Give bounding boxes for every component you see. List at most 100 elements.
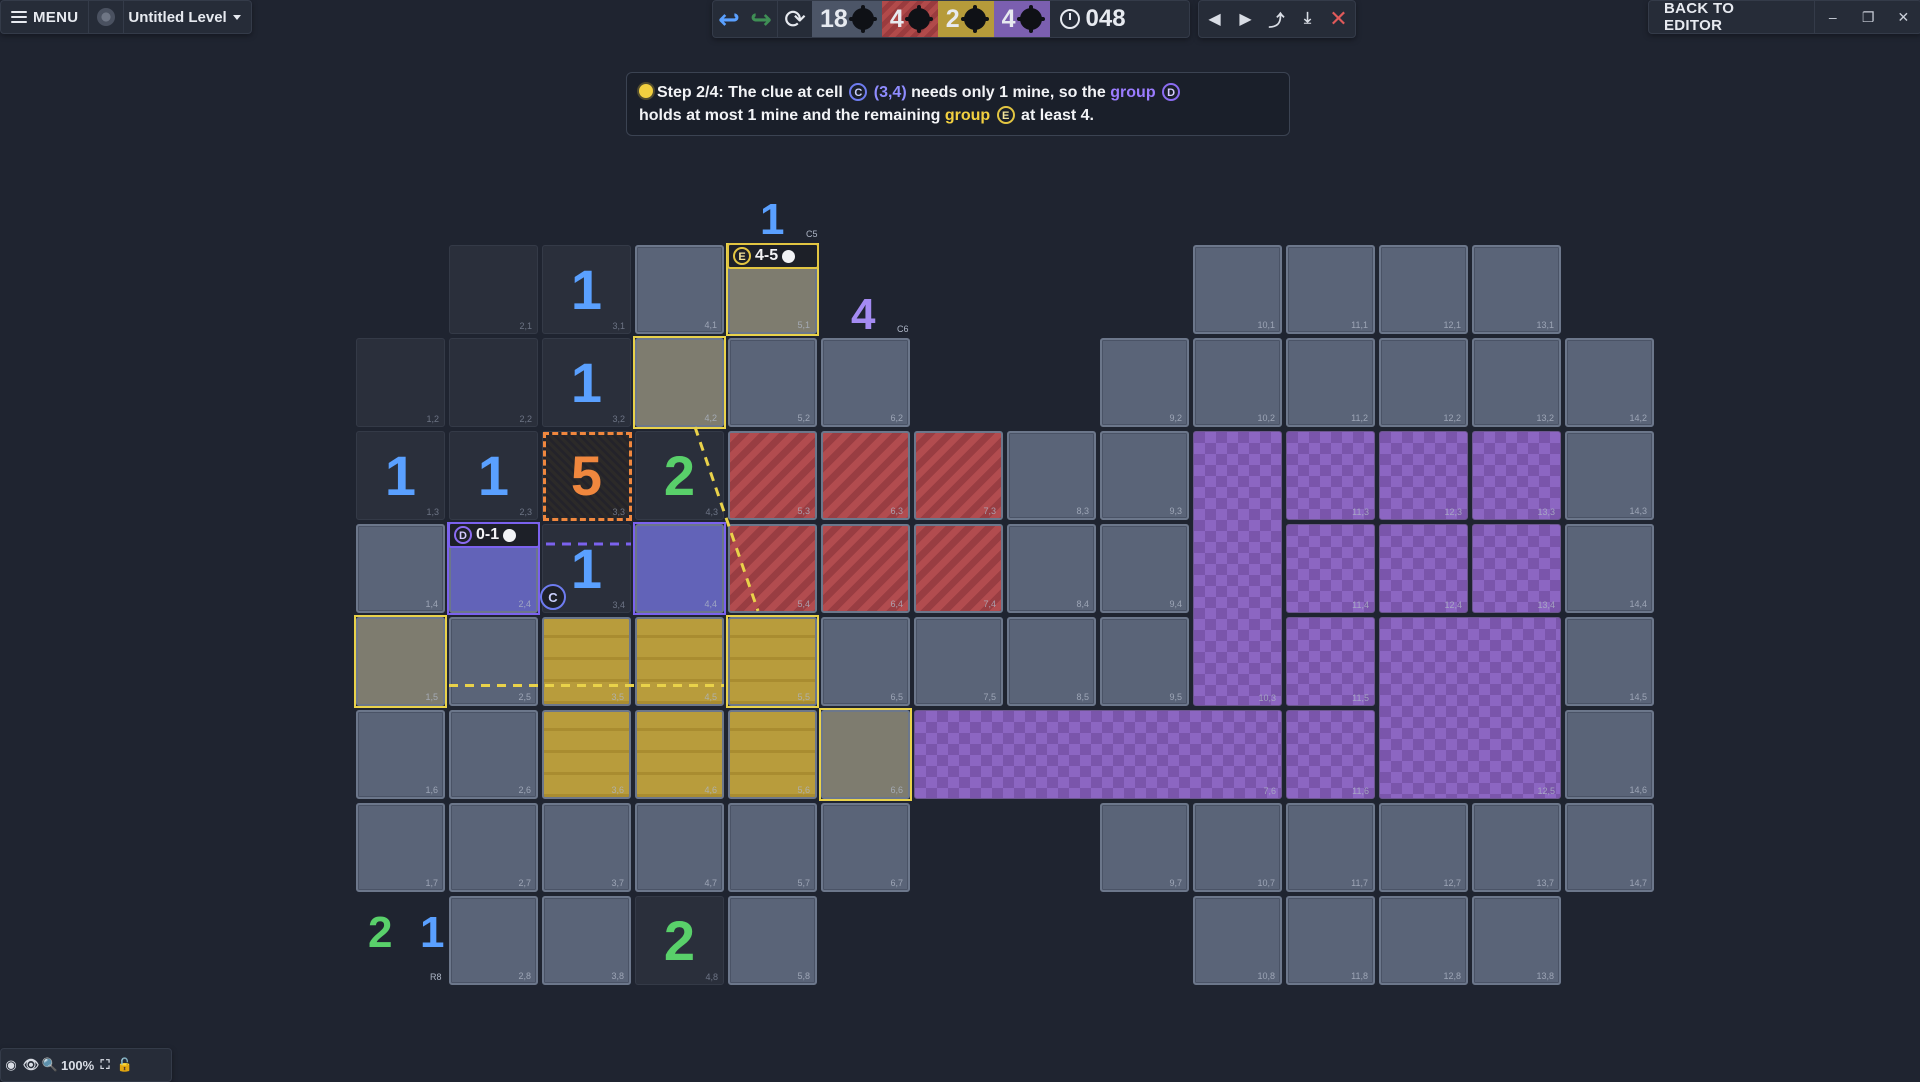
cell-5-7[interactable]: 5,7	[728, 803, 817, 892]
cell-11-8[interactable]: 11,8	[1286, 896, 1375, 985]
cell-6-2[interactable]: 6,2	[821, 338, 910, 427]
cell-2-3[interactable]: 1 2,3	[449, 431, 538, 520]
cell-9-7[interactable]: 9,7	[1100, 803, 1189, 892]
cell-10-7[interactable]: 10,7	[1193, 803, 1282, 892]
cell-14-2[interactable]: 14,2	[1565, 338, 1654, 427]
close-hint-button[interactable]: ✕	[1323, 1, 1354, 37]
cell-13-8[interactable]: 13,8	[1472, 896, 1561, 985]
cell-3-1[interactable]: 1 3,1	[542, 245, 631, 334]
cell-3-8[interactable]: 3,8	[542, 896, 631, 985]
prev-step-button[interactable]: ◀	[1199, 1, 1230, 37]
palette-button[interactable]: ◉	[1, 1049, 21, 1081]
cell-12-8[interactable]: 12,8	[1379, 896, 1468, 985]
cell-12-4[interactable]: 12,4	[1379, 524, 1468, 613]
cell-4-6[interactable]: 4,6	[635, 710, 724, 799]
cell-12-3[interactable]: 12,3	[1379, 431, 1468, 520]
cell-4-1[interactable]: 4,1	[635, 245, 724, 334]
cell-14-4[interactable]: 14,4	[1565, 524, 1654, 613]
purple-block-12-13[interactable]: 12,5	[1379, 617, 1561, 799]
cell-6-3[interactable]: 6,3	[821, 431, 910, 520]
visibility-button[interactable]: 👁	[21, 1049, 41, 1081]
cell-13-2[interactable]: 13,2	[1472, 338, 1561, 427]
cell-3-6[interactable]: 3,6	[542, 710, 631, 799]
cell-7-4[interactable]: 7,4	[914, 524, 1003, 613]
cell-2-7[interactable]: 2,7	[449, 803, 538, 892]
cell-11-6[interactable]: 11,6	[1286, 710, 1375, 799]
back-to-editor-button[interactable]: BACK TO EDITOR	[1649, 0, 1816, 34]
level-select[interactable]: Untitled Level	[123, 1, 250, 33]
cell-6-5[interactable]: 6,5	[821, 617, 910, 706]
cell-1-6[interactable]: 1,6	[356, 710, 445, 799]
cell-8-3[interactable]: 8,3	[1007, 431, 1096, 520]
cell-3-3[interactable]: 5 3,3	[542, 431, 632, 521]
cell-8-4[interactable]: 8,4	[1007, 524, 1096, 613]
cell-4-7[interactable]: 4,7	[635, 803, 724, 892]
cell-13-4[interactable]: 13,4	[1472, 524, 1561, 613]
cell-9-4[interactable]: 9,4	[1100, 524, 1189, 613]
purple-row-7-10[interactable]: 7,6	[914, 710, 1282, 799]
cell-6-6[interactable]: 6,6	[821, 710, 910, 799]
cell-11-7[interactable]: 11,7	[1286, 803, 1375, 892]
cell-3-7[interactable]: 3,7	[542, 803, 631, 892]
cell-10-1[interactable]: 10,1	[1193, 245, 1282, 334]
cell-3-5[interactable]: 3,5	[542, 617, 631, 706]
share-button[interactable]: ⤴	[1261, 1, 1292, 37]
cell-6-4[interactable]: 6,4	[821, 524, 910, 613]
cell-11-3[interactable]: 11,3	[1286, 431, 1375, 520]
cell-7-5[interactable]: 7,5	[914, 617, 1003, 706]
cell-9-5[interactable]: 9,5	[1100, 617, 1189, 706]
cell-12-2[interactable]: 12,2	[1379, 338, 1468, 427]
next-step-button[interactable]: ▶	[1230, 1, 1261, 37]
cell-4-2[interactable]: 4,2	[635, 338, 724, 427]
cell-14-7[interactable]: 14,7	[1565, 803, 1654, 892]
cell-5-5[interactable]: 5,5	[728, 617, 817, 706]
cell-11-1[interactable]: 11,1	[1286, 245, 1375, 334]
lock-button[interactable]: 🔓	[115, 1049, 135, 1081]
cell-11-4[interactable]: 11,4	[1286, 524, 1375, 613]
cell-2-6[interactable]: 2,6	[449, 710, 538, 799]
cell-4-3[interactable]: 2 4,3	[635, 431, 724, 520]
window-close-button[interactable]: ✕	[1886, 1, 1920, 33]
external-clue-row8_b[interactable]: 1	[420, 908, 444, 958]
cell-14-6[interactable]: 14,6	[1565, 710, 1654, 799]
cell-4-4[interactable]: 4,4	[635, 524, 724, 613]
menu-button[interactable]: MENU	[1, 1, 90, 33]
external-clue-col6[interactable]: 4	[851, 290, 875, 340]
cell-5-8[interactable]: 5,8	[728, 896, 817, 985]
purple-column-10[interactable]: 10,3	[1193, 431, 1282, 706]
cell-1-7[interactable]: 1,7	[356, 803, 445, 892]
cell-5-6[interactable]: 5,6	[728, 710, 817, 799]
cell-14-5[interactable]: 14,5	[1565, 617, 1654, 706]
cell-5-2[interactable]: 5,2	[728, 338, 817, 427]
cell-9-3[interactable]: 9,3	[1100, 431, 1189, 520]
cell-1-3[interactable]: 1 1,3	[356, 431, 445, 520]
cell-6-7[interactable]: 6,7	[821, 803, 910, 892]
external-clue-row8_a[interactable]: 2	[368, 908, 392, 958]
cell-13-3[interactable]: 13,3	[1472, 431, 1561, 520]
cell-12-7[interactable]: 12,7	[1379, 803, 1468, 892]
cell-7-3[interactable]: 7,3	[914, 431, 1003, 520]
restart-button[interactable]: ⟳	[777, 1, 812, 37]
cell-1-4[interactable]: 1,4	[356, 524, 445, 613]
cell-5-3[interactable]: 5,3	[728, 431, 817, 520]
cell-9-2[interactable]: 9,2	[1100, 338, 1189, 427]
cell-3-2[interactable]: 1 3,2	[542, 338, 631, 427]
cell-1-2[interactable]: 1,2	[356, 338, 445, 427]
cell-4-8[interactable]: 2 4,8	[635, 896, 724, 985]
cell-4-5[interactable]: 4,5	[635, 617, 724, 706]
cell-11-2[interactable]: 11,2	[1286, 338, 1375, 427]
cell-2-8[interactable]: 2,8	[449, 896, 538, 985]
cell-2-2[interactable]: 2,2	[449, 338, 538, 427]
cell-2-5[interactable]: 2,5	[449, 617, 538, 706]
external-clue-col5[interactable]: 1	[760, 195, 784, 245]
cell-10-8[interactable]: 10,8	[1193, 896, 1282, 985]
redo-button[interactable]: ↪	[745, 1, 777, 37]
cell-1-5[interactable]: 1,5	[356, 617, 445, 706]
minimize-button[interactable]: –	[1815, 1, 1850, 33]
cell-13-7[interactable]: 13,7	[1472, 803, 1561, 892]
cell-11-5[interactable]: 11,5	[1286, 617, 1375, 706]
cell-12-1[interactable]: 12,1	[1379, 245, 1468, 334]
undo-button[interactable]: ↩	[713, 1, 745, 37]
cell-8-5[interactable]: 8,5	[1007, 617, 1096, 706]
zoom-button[interactable]: 🔍 100%	[41, 1049, 95, 1081]
